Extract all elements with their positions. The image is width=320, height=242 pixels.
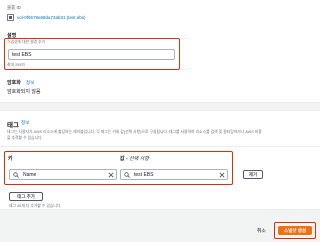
volume-icon <box>7 14 14 21</box>
encryption-label: 암호화 <box>7 80 21 86</box>
snapshot-details-panel: 볼륨 ID vol-0f6578e58da72ab31 (test ebs) 설… <box>0 0 320 103</box>
encryption-value: 암호화되지 않음 <box>7 89 41 95</box>
tags-description-line1: 태그는 사용자가 AWS 리소스에 할당하는 레이블입니다. 각 태그는 키와 … <box>7 130 262 134</box>
tags-description-line2: 을 추적할 수 있습니다. <box>7 136 43 140</box>
tag-row-highlight-box <box>4 151 233 185</box>
tags-info-link[interactable]: 정보 <box>21 120 29 126</box>
tags-divider <box>0 146 320 147</box>
tags-panel: 태그 정보 태그는 사용자가 AWS 리소스에 할당하는 레이블입니다. 각 태… <box>0 110 320 210</box>
create-snapshot-highlight-box <box>274 222 316 239</box>
volume-id-link[interactable]: vol-0f6578e58da72ab31 (test ebs) <box>17 15 86 20</box>
cancel-button[interactable]: 취소 <box>257 227 266 234</box>
volume-id-label: 볼륨 ID <box>7 5 22 10</box>
description-highlight-box <box>4 38 180 70</box>
tags-limit-hint: 태그 49개 더 추가할 수 있습니다. <box>9 204 62 208</box>
remove-tag-button[interactable]: 제거 <box>243 170 263 179</box>
tags-title: 태그 <box>7 122 19 129</box>
add-tag-button[interactable]: 태그 추가 <box>9 192 43 201</box>
encryption-info-link[interactable]: 정보 <box>26 80 34 86</box>
